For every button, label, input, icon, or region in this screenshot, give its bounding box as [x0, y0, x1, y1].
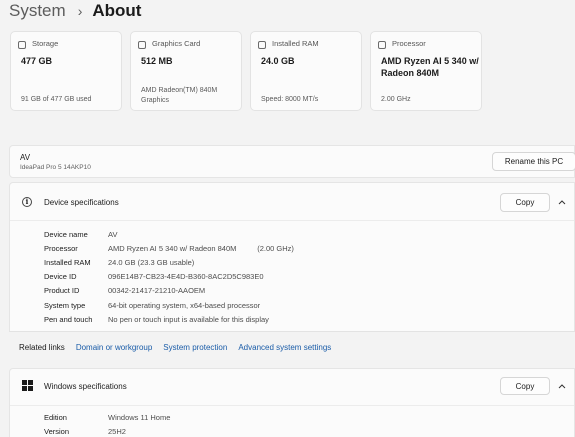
- page-title: About: [92, 1, 142, 20]
- card-value: 477 GB: [21, 56, 53, 66]
- processor-card[interactable]: Processor AMD Ryzen AI 5 340 w/ Radeon 8…: [370, 31, 482, 111]
- card-label: Installed RAM: [272, 39, 319, 48]
- spec-value: AV: [108, 229, 118, 239]
- spec-key: System type: [44, 300, 86, 310]
- spec-row: Pen and touch No pen or touch input is a…: [44, 312, 294, 326]
- card-sub: 91 GB of 477 GB used: [21, 96, 92, 103]
- spec-value: 24.0 GB (23.3 GB usable): [108, 257, 195, 267]
- chevron-up-icon[interactable]: [556, 196, 568, 208]
- chevron-up-icon[interactable]: [556, 380, 568, 392]
- related-links-bar: Related links Domain or workgroup System…: [9, 331, 575, 363]
- spec-row: Installed RAM 24.0 GB (23.3 GB usable): [44, 255, 294, 269]
- card-label: Graphics Card: [152, 39, 201, 48]
- card-sub: 2.00 GHz: [381, 96, 411, 103]
- device-specifications-header[interactable]: i Device specifications Copy: [10, 183, 574, 221]
- breadcrumb-separator-icon: ›: [77, 3, 83, 19]
- spec-row: Edition Windows 11 Home: [44, 410, 170, 424]
- card-value: AMD Ryzen AI 5 340 w/ Radeon 840M: [381, 56, 479, 78]
- device-specs-table: Device name AV Processor AMD Ryzen AI 5 …: [44, 227, 294, 326]
- spec-key: Device name: [44, 229, 88, 239]
- device-name: AV: [20, 153, 31, 162]
- card-value: 24.0 GB: [261, 56, 295, 66]
- spec-row: Device name AV: [44, 227, 294, 241]
- spec-row: System type 64-bit operating system, x64…: [44, 298, 294, 312]
- spec-cards: Storage 477 GB 91 GB of 477 GB used Grap…: [10, 31, 482, 111]
- spec-value: 25H2: [108, 426, 126, 436]
- spec-key: Version: [44, 426, 70, 436]
- device-model: IdeaPad Pro 5 14AKP10: [20, 164, 91, 171]
- spec-value: 096E14B7-CB23-4E4D-B360-8AC2D5C983E0: [108, 272, 264, 282]
- section-title[interactable]: Windows specifications: [44, 382, 127, 391]
- copy-device-specs-button[interactable]: Copy: [500, 193, 550, 212]
- spec-value: No pen or touch input is available for t…: [108, 314, 269, 324]
- system-protection-link[interactable]: System protection: [163, 343, 227, 352]
- copy-windows-specs-button[interactable]: Copy: [500, 377, 550, 395]
- section-title: Device specifications: [44, 198, 119, 207]
- card-label: Processor: [392, 39, 426, 48]
- spec-row: Processor AMD Ryzen AI 5 340 w/ Radeon 8…: [44, 241, 294, 255]
- spec-key: Edition: [44, 412, 67, 422]
- card-value: 512 MB: [141, 56, 173, 66]
- spec-row: Version 25H2: [44, 424, 170, 437]
- windows-specs-table: Edition Windows 11 Home Version 25H2: [44, 410, 170, 437]
- advanced-system-settings-link[interactable]: Advanced system settings: [238, 343, 331, 352]
- spec-value: Windows 11 Home: [108, 412, 171, 422]
- installed-ram-card[interactable]: Installed RAM 24.0 GB Speed: 8000 MT/s: [250, 31, 362, 111]
- info-icon: i: [22, 197, 32, 207]
- ram-icon: [258, 41, 266, 49]
- storage-card[interactable]: Storage 477 GB 91 GB of 477 GB used: [10, 31, 122, 111]
- storage-icon: [18, 41, 26, 49]
- spec-value: 64-bit operating system, x64-based proce…: [108, 300, 261, 310]
- spec-value: 00342-21417-21210-AAOEM: [108, 286, 206, 296]
- divider: [10, 405, 574, 406]
- spec-key: Processor: [44, 243, 78, 253]
- spec-key: Product ID: [44, 286, 80, 296]
- graphics-card-icon: [138, 41, 146, 49]
- spec-row: Product ID 00342-21417-21210-AAOEM: [44, 284, 294, 298]
- breadcrumb-system-link[interactable]: System: [9, 0, 66, 22]
- spec-key: Pen and touch: [44, 314, 93, 324]
- windows-specifications-panel: Windows specifications Copy Edition Wind…: [9, 368, 575, 437]
- rename-pc-button[interactable]: Rename this PC: [492, 152, 575, 171]
- graphics-card-card[interactable]: Graphics Card 512 MB AMD Radeon(TM) 840M…: [130, 31, 242, 111]
- card-sub: AMD Radeon(TM) 840M Graphics: [141, 87, 218, 104]
- breadcrumb: System › About: [9, 0, 141, 22]
- card-sub: Speed: 8000 MT/s: [261, 96, 319, 103]
- card-label: Storage: [32, 39, 59, 48]
- device-name-row: AV IdeaPad Pro 5 14AKP10 Rename this PC: [9, 145, 575, 178]
- processor-icon: [378, 41, 386, 49]
- spec-value: AMD Ryzen AI 5 340 w/ Radeon 840M (2.00 …: [108, 243, 294, 253]
- related-links-title: Related links: [19, 343, 65, 352]
- windows-logo-icon: [22, 380, 33, 391]
- spec-key: Device ID: [44, 272, 77, 282]
- spec-key: Installed RAM: [44, 257, 91, 267]
- domain-or-workgroup-link[interactable]: Domain or workgroup: [76, 343, 152, 352]
- spec-row: Device ID 096E14B7-CB23-4E4D-B360-8AC2D5…: [44, 270, 294, 284]
